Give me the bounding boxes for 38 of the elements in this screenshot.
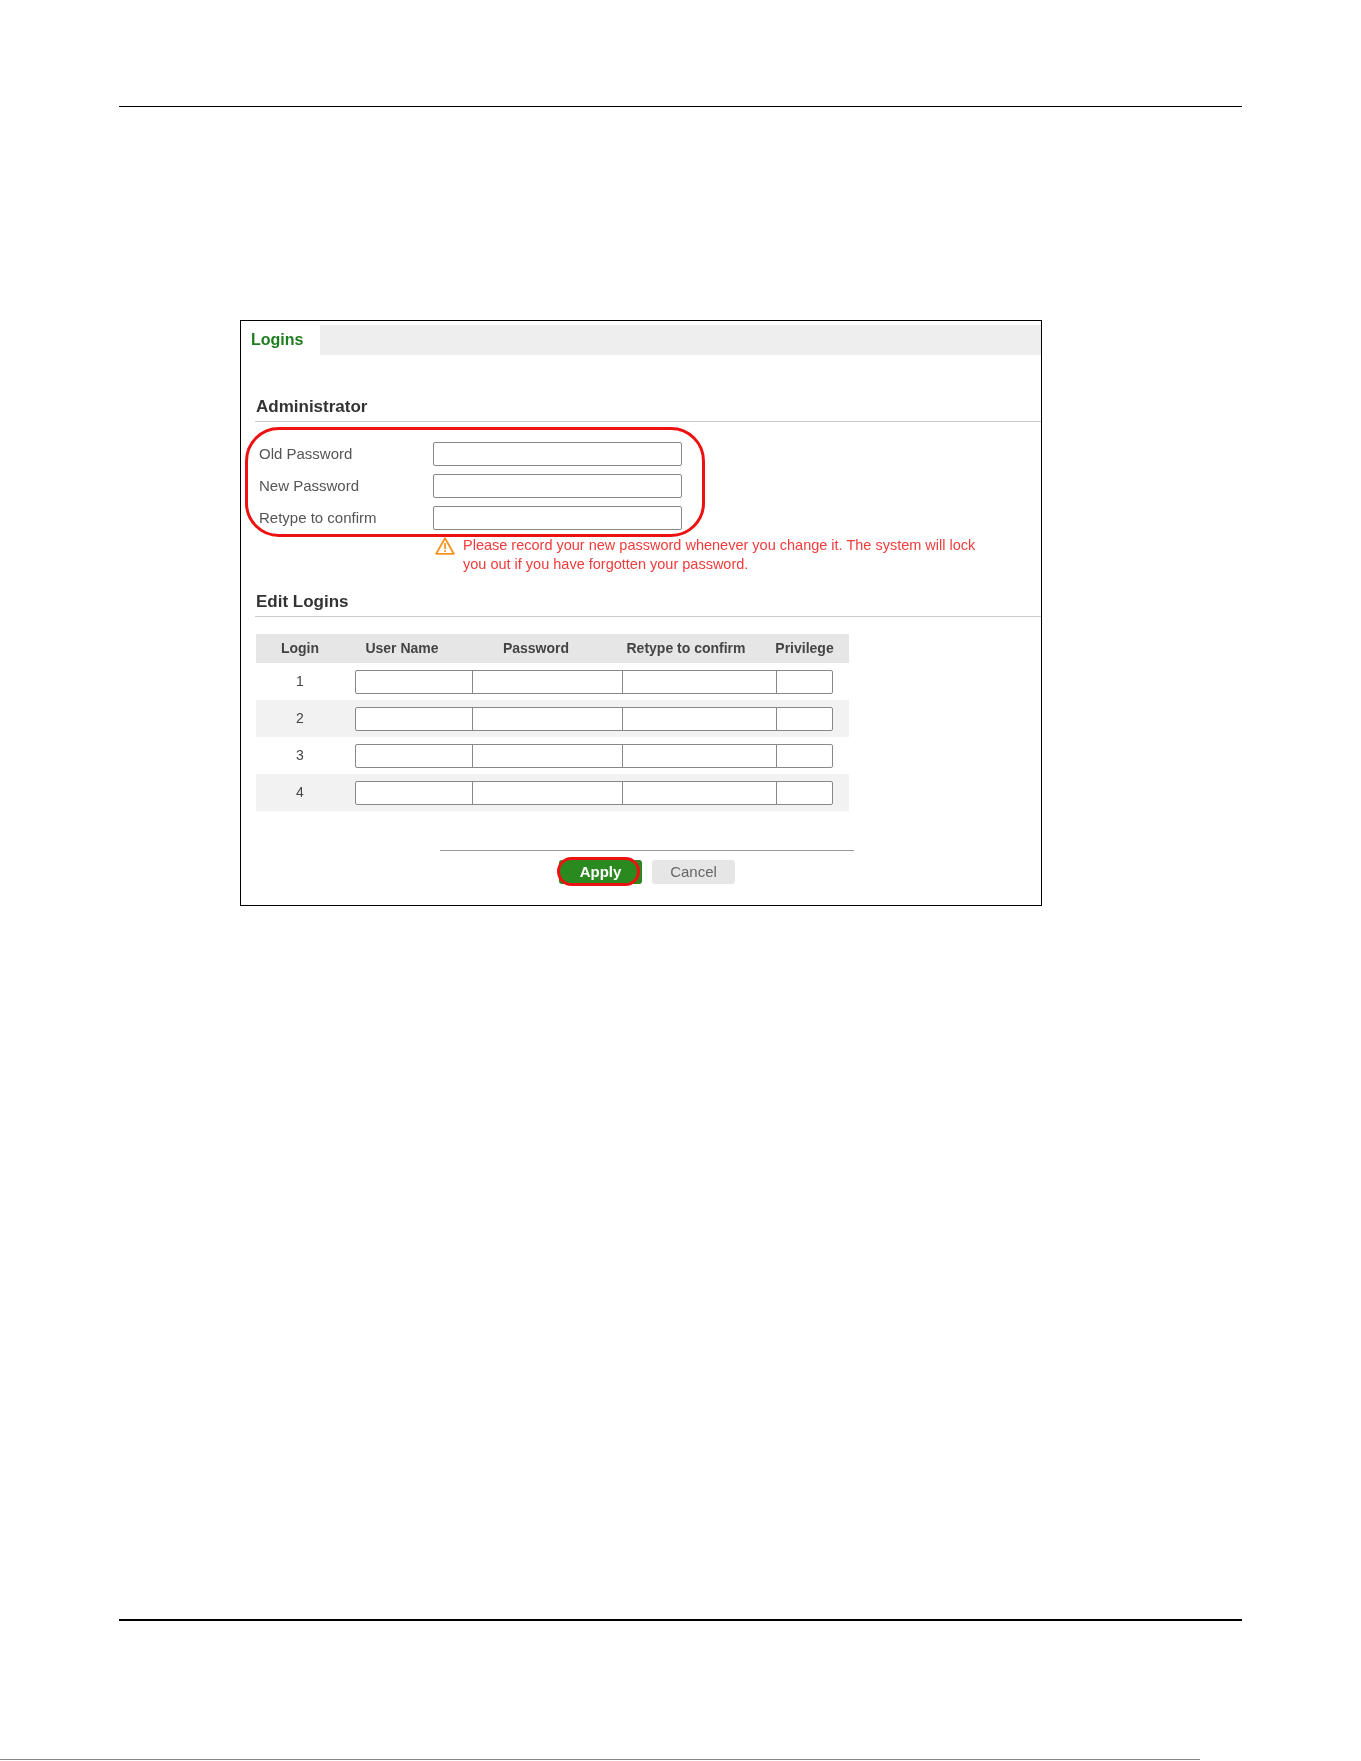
- privilege-field[interactable]: [776, 669, 833, 694]
- cancel-button[interactable]: Cancel: [652, 860, 735, 884]
- login-number: 3: [295, 746, 305, 765]
- password-field[interactable]: [472, 706, 623, 731]
- password-field[interactable]: [472, 743, 623, 768]
- password-field[interactable]: [433, 474, 682, 498]
- section-title: Administrator: [256, 397, 368, 416]
- column-header: Login: [279, 639, 321, 658]
- tab[interactable]: Logins: [241, 325, 320, 355]
- field-label: Retype to confirm: [259, 507, 378, 528]
- column-header: Privilege: [774, 639, 835, 658]
- section-title: Edit Logins: [256, 592, 349, 611]
- privilege-field[interactable]: [776, 780, 833, 805]
- retype-password-field[interactable]: [622, 706, 777, 731]
- field-label: Old Password: [259, 443, 354, 464]
- login-number: 1: [295, 672, 305, 691]
- user-name-field[interactable]: [355, 706, 473, 731]
- privilege-field[interactable]: [776, 743, 833, 768]
- retype-password-field[interactable]: [622, 669, 777, 694]
- user-name-field[interactable]: [355, 669, 473, 694]
- warning-message: Please record your new password whenever you change it. The system will lock you out if you have forgotten your password.: [463, 536, 977, 574]
- retype-password-field[interactable]: [622, 780, 777, 805]
- privilege-field[interactable]: [776, 706, 833, 731]
- user-name-field[interactable]: [355, 780, 473, 805]
- login-number: 4: [295, 783, 305, 802]
- column-header: Retype to confirm: [625, 639, 747, 658]
- password-field[interactable]: [472, 669, 623, 694]
- password-field[interactable]: [472, 780, 623, 805]
- column-header: User Name: [364, 639, 440, 658]
- password-field[interactable]: [433, 442, 682, 466]
- warning-icon: [435, 537, 455, 555]
- password-field[interactable]: [433, 506, 682, 530]
- login-number: 2: [295, 709, 305, 728]
- apply-button[interactable]: Apply: [559, 860, 642, 884]
- retype-password-field[interactable]: [622, 743, 777, 768]
- field-label: New Password: [259, 475, 361, 496]
- column-header: Password: [501, 639, 571, 658]
- user-name-field[interactable]: [355, 743, 473, 768]
